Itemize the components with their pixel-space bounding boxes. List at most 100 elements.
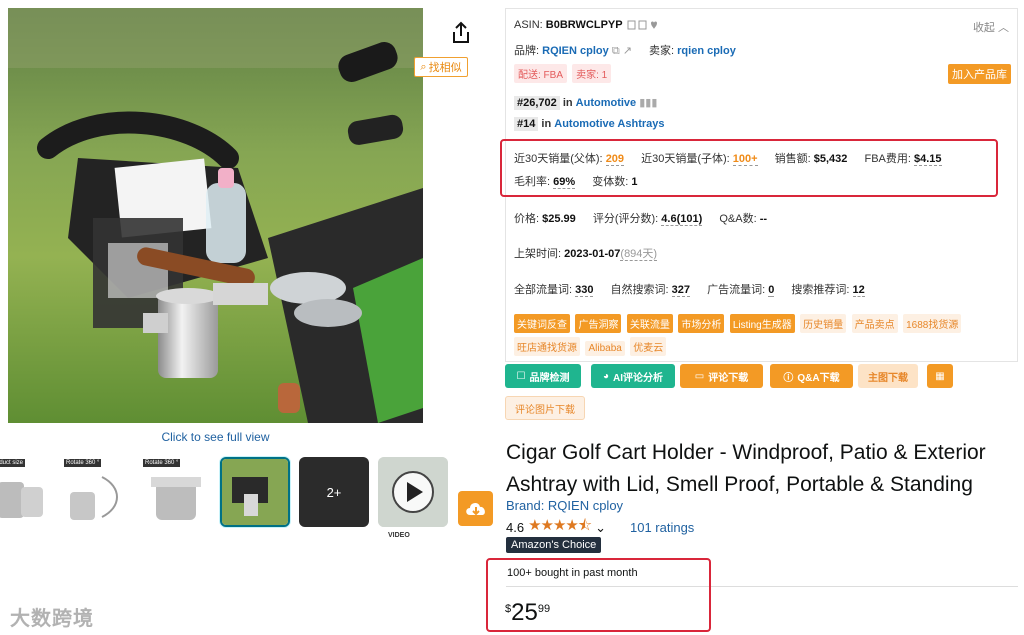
traffic-label: 全部流量词:	[514, 284, 573, 296]
seller-link[interactable]: rqien cploy	[677, 45, 736, 57]
selling-points-button[interactable]: 产品卖点	[851, 314, 898, 333]
listing-generator-button[interactable]: Listing生成器	[729, 314, 795, 333]
checkbox-icon: ☐	[516, 370, 526, 382]
youmaiyun-button[interactable]: 优麦云	[630, 337, 667, 356]
traffic-value[interactable]: 330	[575, 284, 594, 297]
thumbnail-caption: Rotate 360 °	[64, 459, 102, 467]
launch-row: 上架时间: 2023-01-07(894天)	[514, 245, 658, 261]
source-1688-button[interactable]: 1688找货源	[903, 314, 962, 333]
bar-chart-icon[interactable]: ▮▮▮	[639, 97, 657, 109]
qa-download-button[interactable]: ⓘ Q&A下载	[770, 364, 853, 388]
ratings-count-link[interactable]: 101 ratings	[630, 520, 694, 535]
amazons-choice-badge: Amazon's Choice	[506, 537, 602, 553]
qa-value: --	[759, 213, 768, 225]
product-title: Cigar Golf Cart Holder - Windproof, Pati…	[506, 441, 986, 496]
watermark: 大数跨境	[10, 608, 94, 630]
thumbnail-2[interactable]: Rotate 360 °	[62, 457, 132, 527]
rank-number: #14	[514, 117, 539, 131]
seller-count-tag: 卖家: 1	[572, 64, 612, 83]
comment-icon: ▭	[694, 370, 705, 382]
cloud-download-button[interactable]	[458, 491, 493, 526]
share-icon[interactable]	[448, 20, 474, 46]
ad-value[interactable]: 0	[768, 284, 775, 297]
tool-links: 关键词反查 广告洞察 关联流量 市场分析 Listing生成器 历史销量 产品卖…	[514, 314, 1014, 360]
ad-insight-button[interactable]: 广告洞察	[575, 314, 622, 333]
thumbnail-video[interactable]	[378, 457, 448, 527]
price-row: 价格: $25.99 评分(评分数): 4.6(101) Q&A数: --	[514, 210, 767, 226]
add-to-library-button[interactable]: 加入产品库	[948, 64, 1011, 84]
alibaba-button[interactable]: Alibaba	[585, 341, 625, 356]
golf-cart-photo	[8, 8, 423, 423]
price-value: $25.99	[542, 213, 576, 225]
ai-review-button[interactable]: ◕ AI评论分析	[591, 364, 675, 388]
calculator-button[interactable]: ▦	[927, 364, 953, 388]
question-icon: ⓘ	[783, 372, 794, 384]
cloud-download-icon	[465, 502, 485, 515]
review-download-button[interactable]: ▭ 评论下载	[680, 364, 763, 388]
brand-label: 品牌:	[514, 45, 540, 57]
find-similar-label: 找相似	[428, 62, 462, 74]
rank-in: in	[541, 118, 552, 130]
thumbnail-4-selected[interactable]	[220, 457, 290, 527]
keyword-reverse-button[interactable]: 关键词反查	[514, 314, 570, 333]
asin-value[interactable]: B0BRWCLPYP	[546, 19, 623, 31]
video-label: VIDEO	[388, 532, 410, 539]
main-image-download-button[interactable]: 主图下载	[858, 364, 918, 388]
wangdiantong-button[interactable]: 旺店通找货源	[514, 337, 580, 356]
thumbnail-3[interactable]: Rotate 360 °	[141, 457, 211, 527]
keywords-row: 全部流量词: 330 自然搜索词: 327 广告流量词: 0 搜索推荐词: 12	[514, 281, 865, 297]
choice-label: Amazon's Choice	[511, 539, 597, 551]
chevron-up-icon: ︿	[998, 22, 1009, 34]
review-download-label: 评论下载	[708, 372, 749, 384]
launch-days: (894天)	[620, 248, 658, 261]
brand-copy-icon[interactable]: ⧉ ↗	[612, 45, 632, 57]
brand-check-button[interactable]: ☐ 品牌检测	[505, 364, 581, 388]
brand-check-label: 品牌检测	[529, 372, 570, 384]
asin-label: ASIN:	[514, 19, 543, 31]
pie-chart-icon: ◕	[602, 370, 610, 382]
rating-value[interactable]: 4.6(101)	[661, 213, 703, 226]
review-image-download-label: 评论图片下载	[515, 404, 575, 416]
thumbnail-caption: Product size	[0, 459, 26, 467]
rank-category-link[interactable]: Automotive Ashtrays	[554, 118, 664, 130]
rating-number: 4.6	[506, 520, 525, 535]
thumbnail-more[interactable]: 2+	[299, 457, 369, 527]
ai-review-label: AI评论分析	[613, 372, 664, 384]
main-product-image[interactable]	[8, 8, 423, 423]
chevron-down-icon[interactable]: ⌄	[595, 520, 606, 536]
history-sales-button[interactable]: 历史销量	[800, 314, 847, 333]
find-similar-button[interactable]: ⌕ 找相似	[414, 57, 468, 77]
sales-highlight-box	[500, 139, 998, 197]
rank-row-1: #26,702 in Automotive ▮▮▮	[514, 96, 657, 110]
rank-number: #26,702	[514, 96, 560, 110]
recommend-label: 搜索推荐词:	[791, 284, 850, 296]
rank-category-link[interactable]: Automotive	[576, 97, 637, 109]
search-icon: ⌕	[420, 60, 427, 73]
copy-icon[interactable]	[626, 20, 658, 30]
related-traffic-button[interactable]: 关联流量	[626, 314, 673, 333]
collapse-label: 收起	[972, 22, 995, 34]
organic-label: 自然搜索词:	[610, 284, 669, 296]
more-count: 2+	[326, 484, 342, 500]
rank-in: in	[562, 97, 573, 109]
asin-row: ASIN: B0BRWCLPYP	[514, 19, 658, 31]
calculator-icon: ▦	[935, 370, 945, 382]
brand-store-link[interactable]: Brand: RQIEN cploy	[506, 498, 623, 513]
thumbnail-caption: Rotate 360 °	[143, 459, 181, 467]
recommend-value[interactable]: 12	[852, 284, 865, 297]
thumbnail-1[interactable]: Product size	[0, 457, 56, 527]
market-analysis-button[interactable]: 市场分析	[678, 314, 725, 333]
fba-tag: 配送: FBA	[514, 64, 568, 83]
collapse-button[interactable]: 收起 ︿	[973, 19, 1009, 35]
brand-row: 品牌: RQIEN cploy ⧉ ↗ 卖家: rqien cploy	[514, 42, 736, 58]
brand-link[interactable]: RQIEN cploy	[542, 45, 609, 57]
qa-label: Q&A数:	[719, 213, 757, 225]
full-view-link[interactable]: Click to see full view	[8, 430, 423, 444]
rating-label: 评分(评分数):	[592, 213, 659, 225]
review-image-download-button[interactable]: 评论图片下载	[505, 396, 585, 420]
launch-label: 上架时间:	[514, 248, 562, 260]
launch-date: 2023-01-07	[564, 248, 621, 260]
price-highlight-box	[486, 558, 711, 632]
rank-row-2: #14 in Automotive Ashtrays	[514, 117, 665, 131]
organic-value[interactable]: 327	[671, 284, 691, 297]
